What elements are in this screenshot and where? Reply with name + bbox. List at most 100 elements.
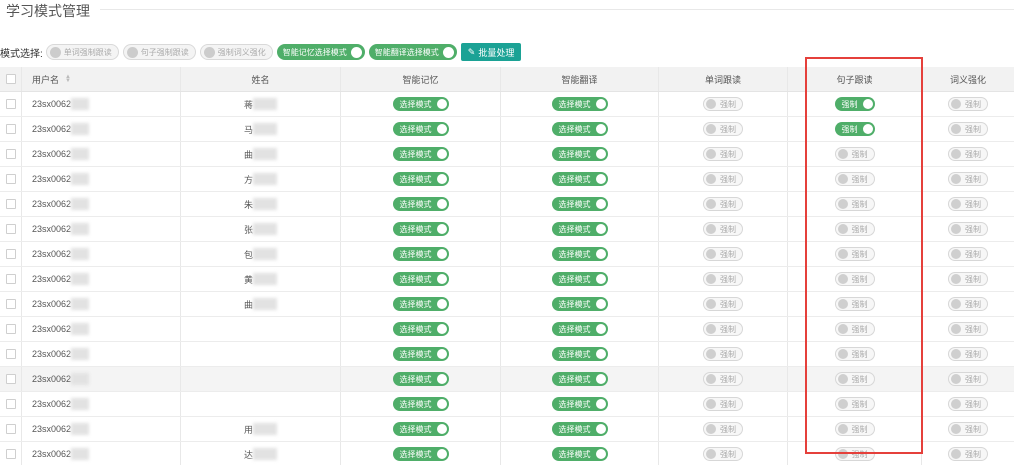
synonym-toggle[interactable]: 强制 — [948, 147, 988, 161]
word-follow-toggle[interactable]: 强制 — [703, 422, 743, 436]
memory-select-toggle[interactable]: 选择模式 — [392, 97, 449, 111]
synonym-toggle[interactable]: 强制 — [948, 272, 988, 286]
memory-select-toggle[interactable]: 选择模式 — [392, 197, 449, 211]
translate-select-toggle[interactable]: 选择模式 — [551, 122, 608, 136]
row-checkbox[interactable] — [5, 274, 16, 284]
memory-select-toggle[interactable]: 选择模式 — [392, 372, 449, 386]
select-all-checkbox[interactable] — [5, 74, 16, 84]
sentence-follow-toggle[interactable]: 强制 — [834, 247, 875, 261]
sentence-follow-toggle[interactable]: 强制 — [834, 97, 875, 111]
synonym-toggle[interactable]: 强制 — [948, 372, 988, 386]
synonym-toggle[interactable]: 强制 — [948, 172, 988, 186]
sort-icon[interactable]: ▲ ▼ — [65, 74, 71, 84]
row-checkbox[interactable] — [5, 399, 16, 409]
translate-select-toggle[interactable]: 选择模式 — [551, 397, 608, 411]
memory-select-toggle[interactable]: 选择模式 — [392, 147, 449, 161]
table-row[interactable]: 23sx0062 朱 选择模式 选择模式 强制 强制 强制 — [0, 192, 1014, 217]
memory-select-toggle[interactable]: 选择模式 — [392, 122, 449, 136]
force-synonym-toggle[interactable]: 强制词义强化 — [199, 44, 273, 60]
translate-select-toggle[interactable]: 选择模式 — [551, 372, 608, 386]
translate-select-toggle[interactable]: 选择模式 — [551, 297, 608, 311]
table-row[interactable]: 23sx0062 蒋 选择模式 选择模式 强制 强制 强制 — [0, 92, 1014, 117]
synonym-toggle[interactable]: 强制 — [948, 122, 988, 136]
memory-select-toggle[interactable]: 选择模式 — [392, 222, 449, 236]
row-checkbox[interactable] — [5, 99, 16, 109]
sentence-follow-toggle[interactable]: 强制 — [834, 347, 875, 361]
memory-select-toggle[interactable]: 选择模式 — [392, 322, 449, 336]
word-follow-toggle[interactable]: 强制 — [703, 122, 743, 136]
sentence-follow-toggle[interactable]: 强制 — [834, 272, 875, 286]
memory-select-toggle[interactable]: 选择模式 — [392, 272, 449, 286]
row-checkbox[interactable] — [5, 174, 16, 184]
table-row[interactable]: 23sx0062 选择模式 选择模式 强制 强制 强制 — [0, 392, 1014, 417]
table-row[interactable]: 23sx0062 曲 选择模式 选择模式 强制 强制 强制 — [0, 142, 1014, 167]
synonym-toggle[interactable]: 强制 — [948, 322, 988, 336]
sentence-follow-toggle[interactable]: 强制 — [834, 297, 875, 311]
word-follow-toggle[interactable]: 强制 — [703, 197, 743, 211]
translate-select-toggle[interactable]: 选择模式 — [551, 197, 608, 211]
word-follow-toggle[interactable]: 强制 — [703, 322, 743, 336]
memory-select-toggle[interactable]: 选择模式 — [392, 297, 449, 311]
translate-select-toggle[interactable]: 选择模式 — [551, 322, 608, 336]
row-checkbox[interactable] — [5, 299, 16, 309]
table-row[interactable]: 23sx0062 张 选择模式 选择模式 强制 强制 强制 — [0, 217, 1014, 242]
word-follow-toggle[interactable]: 强制 — [703, 347, 743, 361]
word-follow-toggle[interactable]: 强制 — [703, 297, 743, 311]
sentence-follow-toggle[interactable]: 强制 — [834, 197, 875, 211]
batch-process-button[interactable]: ✎ 批量处理 — [460, 43, 522, 61]
sentence-follow-toggle[interactable]: 强制 — [834, 122, 875, 136]
synonym-toggle[interactable]: 强制 — [948, 247, 988, 261]
translate-select-toggle[interactable]: 选择模式 — [551, 447, 608, 461]
synonym-toggle[interactable]: 强制 — [948, 97, 988, 111]
word-follow-toggle[interactable]: 强制 — [703, 97, 743, 111]
row-checkbox[interactable] — [5, 149, 16, 159]
smart-translate-select-toggle[interactable]: 智能翻译选择模式 — [368, 44, 457, 60]
word-follow-toggle[interactable]: 强制 — [703, 172, 743, 186]
translate-select-toggle[interactable]: 选择模式 — [551, 147, 608, 161]
table-row[interactable]: 23sx0062 选择模式 选择模式 强制 强制 强制 — [0, 317, 1014, 342]
row-checkbox[interactable] — [5, 249, 16, 259]
row-checkbox[interactable] — [5, 349, 16, 359]
synonym-toggle[interactable]: 强制 — [948, 422, 988, 436]
translate-select-toggle[interactable]: 选择模式 — [551, 422, 608, 436]
table-row[interactable]: 23sx0062 选择模式 选择模式 强制 强制 强制 — [0, 342, 1014, 367]
sentence-follow-toggle[interactable]: 强制 — [834, 222, 875, 236]
sentence-follow-toggle[interactable]: 强制 — [834, 372, 875, 386]
sentence-follow-toggle[interactable]: 强制 — [834, 147, 875, 161]
smart-memory-select-toggle[interactable]: 智能记忆选择模式 — [276, 44, 365, 60]
synonym-toggle[interactable]: 强制 — [948, 297, 988, 311]
translate-select-toggle[interactable]: 选择模式 — [551, 247, 608, 261]
synonym-toggle[interactable]: 强制 — [948, 397, 988, 411]
synonym-toggle[interactable]: 强制 — [948, 447, 988, 461]
row-checkbox[interactable] — [5, 224, 16, 234]
row-checkbox[interactable] — [5, 199, 16, 209]
memory-select-toggle[interactable]: 选择模式 — [392, 397, 449, 411]
sentence-follow-toggle[interactable]: 强制 — [834, 172, 875, 186]
table-row[interactable]: 23sx0062 用 选择模式 选择模式 强制 强制 强制 — [0, 417, 1014, 442]
table-row[interactable]: 23sx0062 马 选择模式 选择模式 强制 强制 强制 — [0, 117, 1014, 142]
memory-select-toggle[interactable]: 选择模式 — [392, 172, 449, 186]
row-checkbox[interactable] — [5, 324, 16, 334]
table-row[interactable]: 23sx0062 包 选择模式 选择模式 强制 强制 强制 — [0, 242, 1014, 267]
table-row[interactable]: 23sx0062 达 选择模式 选择模式 强制 强制 强制 — [0, 442, 1014, 465]
translate-select-toggle[interactable]: 选择模式 — [551, 272, 608, 286]
word-follow-toggle[interactable]: 强制 — [703, 397, 743, 411]
row-checkbox[interactable] — [5, 449, 16, 459]
row-checkbox[interactable] — [5, 424, 16, 434]
word-follow-toggle[interactable]: 强制 — [703, 247, 743, 261]
memory-select-toggle[interactable]: 选择模式 — [392, 447, 449, 461]
word-follow-toggle[interactable]: 强制 — [703, 447, 743, 461]
word-follow-toggle[interactable]: 强制 — [703, 372, 743, 386]
sentence-follow-toggle[interactable]: 强制 — [834, 422, 875, 436]
table-row[interactable]: 23sx0062 曲 选择模式 选择模式 强制 强制 强制 — [0, 292, 1014, 317]
table-row[interactable]: 23sx0062 黄 选择模式 选择模式 强制 强制 强制 — [0, 267, 1014, 292]
table-row[interactable]: 23sx0062 选择模式 选择模式 强制 强制 强制 — [0, 367, 1014, 392]
synonym-toggle[interactable]: 强制 — [948, 197, 988, 211]
translate-select-toggle[interactable]: 选择模式 — [551, 347, 608, 361]
word-follow-toggle[interactable]: 强制 — [703, 222, 743, 236]
translate-select-toggle[interactable]: 选择模式 — [551, 172, 608, 186]
row-checkbox[interactable] — [5, 124, 16, 134]
header-username[interactable]: 用户名 ▲ ▼ — [22, 67, 181, 91]
sentence-follow-toggle[interactable]: 强制 — [834, 397, 875, 411]
synonym-toggle[interactable]: 强制 — [948, 347, 988, 361]
